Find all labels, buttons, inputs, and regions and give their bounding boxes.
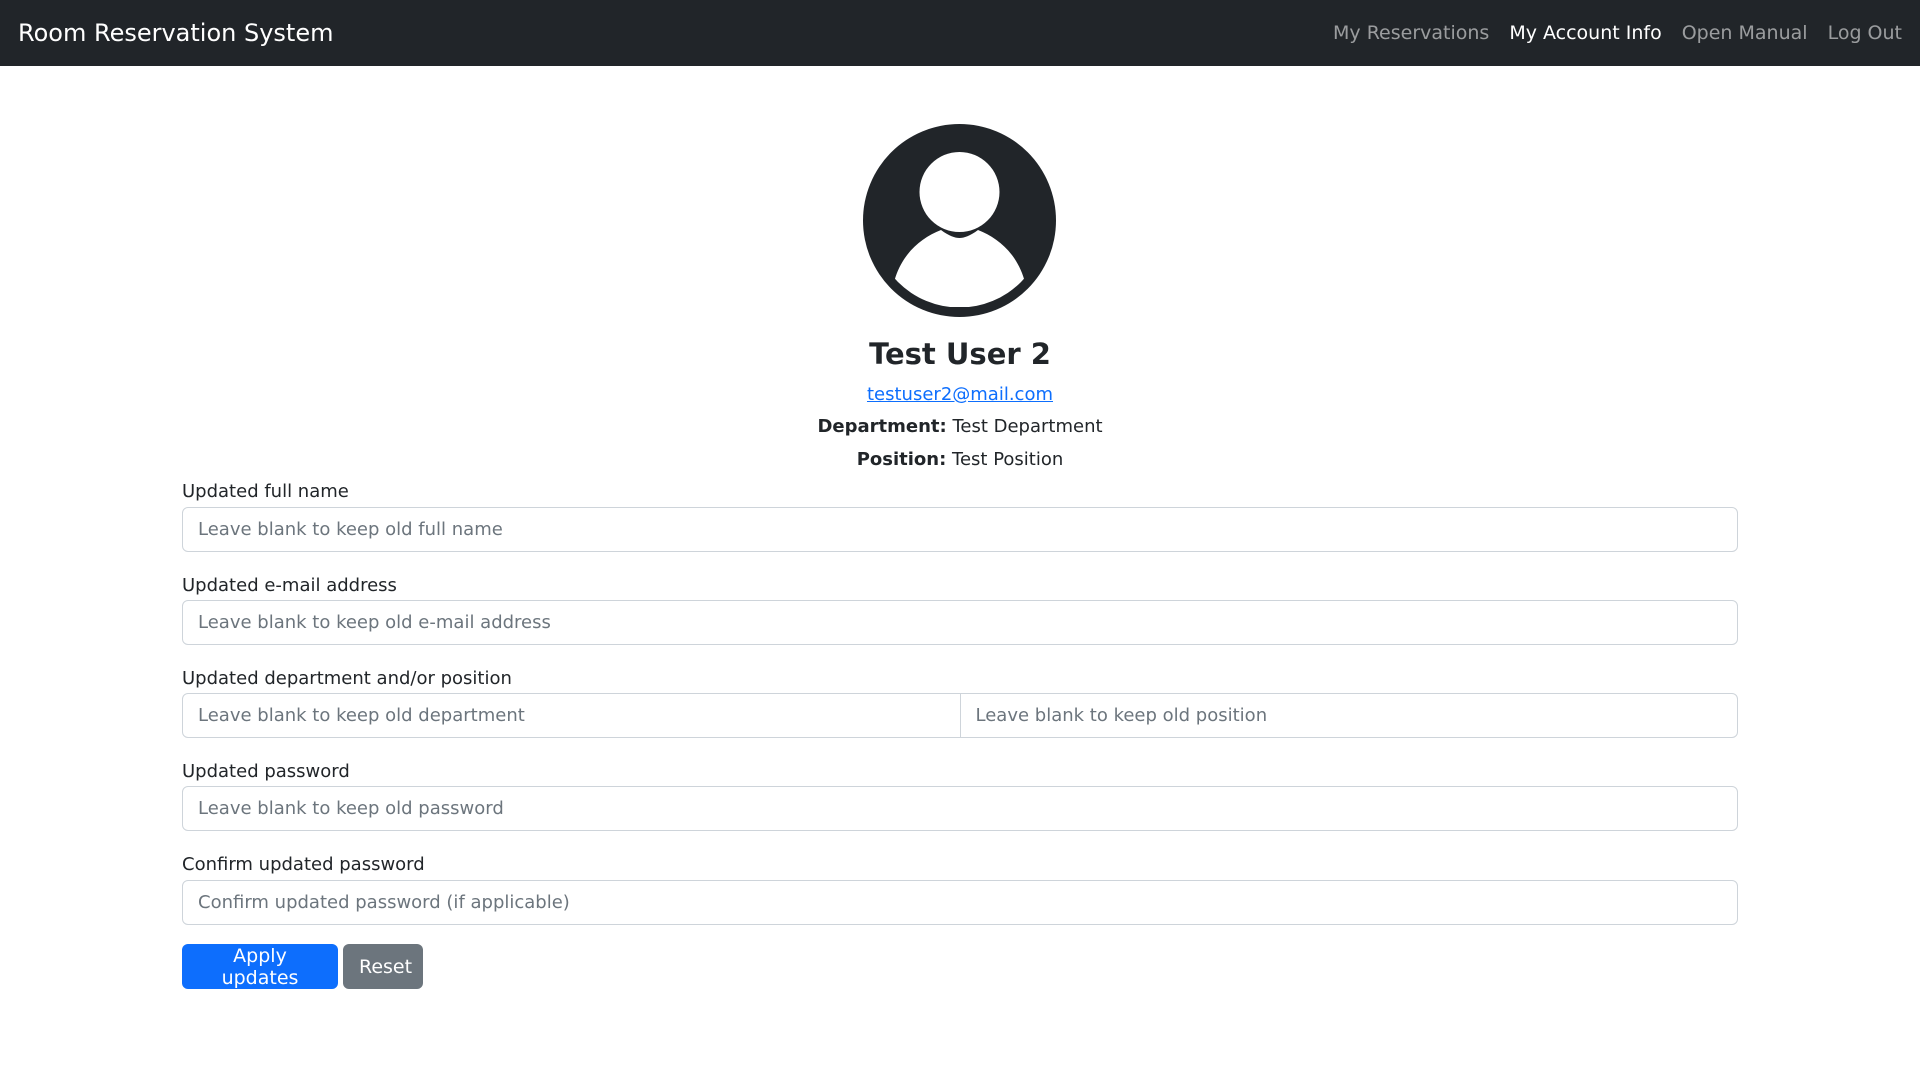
profile-department: Department: Test Department [0, 415, 1920, 439]
nav-link-log-out[interactable]: Log Out [1828, 22, 1902, 44]
top-navbar: Room Reservation System My Reservations … [0, 0, 1920, 66]
apply-updates-button[interactable]: Apply updates [182, 944, 338, 989]
password-label: Updated password [182, 761, 350, 782]
full-name-input[interactable] [182, 507, 1738, 552]
dept-position-input-group [182, 693, 1738, 738]
password-input[interactable] [182, 786, 1738, 831]
person-circle-icon [863, 124, 1056, 317]
nav-link-my-reservations[interactable]: My Reservations [1333, 22, 1489, 44]
position-input[interactable] [959, 693, 1738, 738]
position-value: Test Position [952, 449, 1064, 470]
position-label: Position: [856, 449, 947, 470]
confirm-password-label: Confirm updated password [182, 854, 425, 875]
nav-link-my-account-info[interactable]: My Account Info [1509, 22, 1661, 44]
department-value: Test Department [952, 416, 1103, 437]
department-input[interactable] [182, 693, 961, 738]
full-name-label: Updated full name [182, 481, 349, 502]
email-input[interactable] [182, 600, 1738, 645]
profile-name: Test User 2 [869, 337, 1051, 371]
profile-email-link[interactable]: testuser2@mail.com [867, 384, 1053, 405]
dept-position-label: Updated department and/or position [182, 668, 512, 689]
department-label: Department: [817, 416, 947, 437]
profile-email-container: testuser2@mail.com [0, 383, 1920, 407]
confirm-password-input[interactable] [182, 880, 1738, 925]
email-label: Updated e-mail address [182, 575, 397, 596]
reset-button[interactable]: Reset [343, 944, 423, 989]
profile-position: Position: Test Position [0, 448, 1920, 472]
nav-link-open-manual[interactable]: Open Manual [1682, 22, 1808, 44]
nav-links: My Reservations My Account Info Open Man… [1313, 0, 1902, 66]
brand-title[interactable]: Room Reservation System [18, 19, 333, 47]
